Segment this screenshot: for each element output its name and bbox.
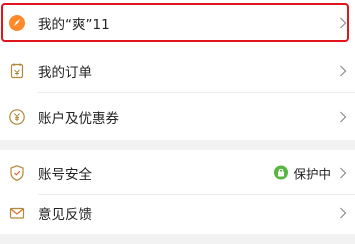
lock-icon xyxy=(274,165,289,180)
menu-item-label: 意见反馈 xyxy=(38,206,92,223)
menu-item-label: 我的“爽”11 xyxy=(38,16,110,33)
coupon-yen-icon xyxy=(8,108,26,126)
orange-rocket-icon xyxy=(8,14,26,32)
menu-group-secondary: 账号安全 保护中 意见反馈 xyxy=(0,150,355,234)
menu-item-account-security[interactable]: 账号安全 保护中 xyxy=(0,150,355,195)
menu-group-primary: 我的“爽”11 我的订单 账户及优惠券 xyxy=(0,0,355,140)
chevron-right-icon xyxy=(339,65,347,77)
chevron-right-icon xyxy=(339,207,347,219)
shield-icon xyxy=(8,164,26,182)
security-status: 保护中 xyxy=(274,163,331,182)
order-list-icon xyxy=(8,62,26,80)
chevron-right-icon xyxy=(339,167,347,179)
divider xyxy=(38,92,355,93)
chevron-right-icon xyxy=(339,111,347,123)
menu-item-shuang11[interactable]: 我的“爽”11 xyxy=(0,0,355,45)
menu-item-account-coupons[interactable]: 账户及优惠券 xyxy=(0,94,355,139)
menu-screen: 我的“爽”11 我的订单 账户及优惠券 账号安全 保护中 意见反馈 xyxy=(0,0,355,244)
menu-item-label: 账户及优惠券 xyxy=(38,110,119,127)
menu-item-feedback[interactable]: 意见反馈 xyxy=(0,190,355,235)
menu-item-label: 账号安全 xyxy=(38,166,92,183)
menu-item-label: 我的订单 xyxy=(38,64,92,81)
status-text: 保护中 xyxy=(293,166,331,181)
chevron-right-icon xyxy=(339,17,347,29)
menu-item-orders[interactable]: 我的订单 xyxy=(0,48,355,93)
envelope-icon xyxy=(8,204,26,222)
